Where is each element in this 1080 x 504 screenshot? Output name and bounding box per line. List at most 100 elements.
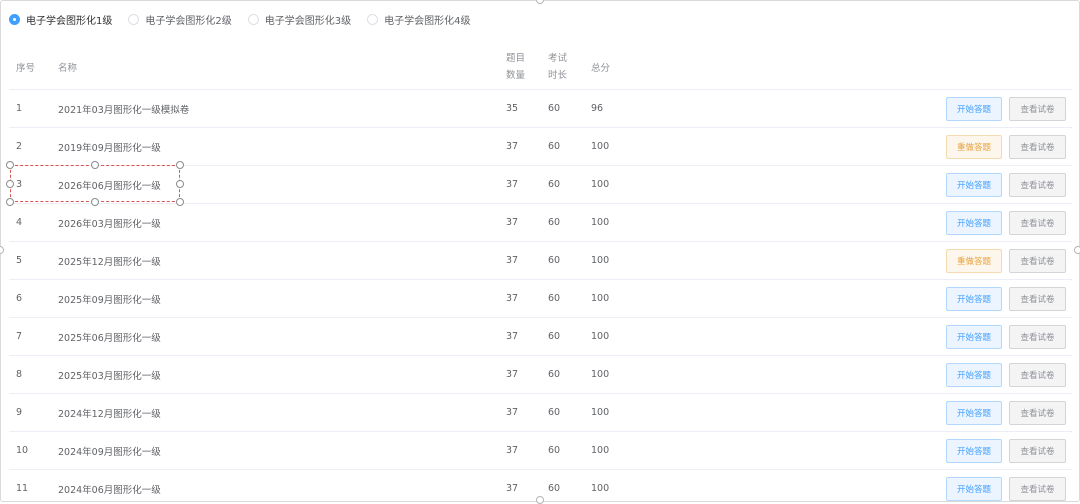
header-duration-line1: 考试 [548, 53, 568, 64]
table-body: 1 2021年03月图形化一级模拟卷 35 60 96 开始答题 查看试卷 2 2019年09月… [9, 90, 1072, 501]
radio-level-3[interactable]: 电子学会图形化3级 [247, 12, 352, 27]
start-exam-button[interactable]: 开始答题 [946, 324, 1002, 349]
row-index: 11 [16, 483, 29, 494]
exam-name: 2024年12月图形化一级 [58, 408, 161, 420]
row-actions: 开始答题 查看试卷 [939, 470, 1066, 501]
exam-name: 2026年03月图形化一级 [58, 218, 161, 230]
resize-handle[interactable] [6, 180, 14, 188]
row-index: 1 [16, 103, 23, 114]
radio-level-1[interactable]: 电子学会图形化1级 [9, 12, 112, 27]
view-paper-button[interactable]: 查看试卷 [1009, 400, 1066, 425]
header-question-count: 题目 数量 [506, 45, 525, 89]
question-count: 37 [506, 217, 519, 228]
total-score: 100 [591, 369, 610, 380]
resize-handle[interactable] [176, 161, 184, 169]
exam-duration: 60 [548, 445, 561, 456]
resize-handle[interactable] [6, 198, 14, 206]
row-actions: 重做答题 查看试卷 [939, 242, 1066, 279]
table-row: 9 2024年12月图形化一级 37 60 100 开始答题 查看试卷 [9, 394, 1072, 432]
header-index: 序号 [16, 63, 36, 74]
exam-name: 2024年09月图形化一级 [58, 446, 161, 458]
radio-label: 电子学会图形化3级 [264, 15, 352, 27]
row-actions: 开始答题 查看试卷 [939, 166, 1066, 203]
view-paper-button[interactable]: 查看试卷 [1009, 134, 1066, 159]
resize-handle[interactable] [91, 198, 99, 206]
resize-handle[interactable] [176, 180, 184, 188]
radio-label: 电子学会图形化2级 [145, 15, 232, 27]
question-count: 37 [506, 407, 519, 418]
row-actions: 开始答题 查看试卷 [939, 318, 1066, 355]
level-radio-group: 电子学会图形化1级 电子学会图形化2级 电子学会图形化3级 电子学会图形化4级 [9, 11, 487, 27]
header-name: 名称 [58, 63, 78, 74]
exam-duration: 60 [548, 179, 561, 190]
exam-name: 2021年03月图形化一级模拟卷 [58, 104, 190, 116]
view-paper-button[interactable]: 查看试卷 [1009, 438, 1066, 463]
table-row: 10 2024年09月图形化一级 37 60 100 开始答题 查看试卷 [9, 432, 1072, 470]
exam-duration: 60 [548, 103, 561, 114]
view-paper-button[interactable]: 查看试卷 [1009, 172, 1066, 197]
frame-handle[interactable] [1074, 246, 1080, 254]
view-paper-button[interactable]: 查看试卷 [1009, 476, 1066, 501]
table-row: 4 2026年03月图形化一级 37 60 100 开始答题 查看试卷 [9, 204, 1072, 242]
total-score: 100 [591, 293, 610, 304]
redo-exam-button[interactable]: 重做答题 [946, 248, 1002, 273]
exam-panel: 电子学会图形化1级 电子学会图形化2级 电子学会图形化3级 电子学会图形化4级 … [0, 0, 1080, 502]
start-exam-button[interactable]: 开始答题 [946, 362, 1002, 387]
exam-duration: 60 [548, 217, 561, 228]
exam-duration: 60 [548, 483, 561, 494]
frame-handle[interactable] [536, 496, 544, 504]
view-paper-button[interactable]: 查看试卷 [1009, 210, 1066, 235]
exam-name: 2025年09月图形化一级 [58, 294, 161, 306]
resize-handle[interactable] [91, 161, 99, 169]
question-count: 37 [506, 445, 519, 456]
total-score: 100 [591, 141, 610, 152]
start-exam-button[interactable]: 开始答题 [946, 96, 1002, 121]
row-actions: 开始答题 查看试卷 [939, 432, 1066, 469]
table-row: 3 2026年06月图形化一级 37 60 100 开始答题 查看试卷 [9, 166, 1072, 204]
exam-duration: 60 [548, 407, 561, 418]
row-actions: 开始答题 查看试卷 [939, 356, 1066, 393]
row-actions: 开始答题 查看试卷 [939, 90, 1066, 127]
total-score: 100 [591, 407, 610, 418]
row-index: 5 [16, 255, 23, 266]
header-question-count-line1: 题目 [506, 53, 526, 64]
row-index: 3 [16, 179, 23, 190]
exam-name: 2019年09月图形化一级 [58, 142, 161, 154]
resize-handle[interactable] [6, 161, 14, 169]
radio-label: 电子学会图形化1级 [26, 15, 113, 27]
view-paper-button[interactable]: 查看试卷 [1009, 286, 1066, 311]
question-count: 37 [506, 293, 519, 304]
start-exam-button[interactable]: 开始答题 [946, 172, 1002, 197]
question-count: 37 [506, 255, 519, 266]
view-paper-button[interactable]: 查看试卷 [1009, 324, 1066, 349]
total-score: 100 [591, 179, 610, 190]
header-score: 总分 [591, 63, 611, 74]
question-count: 37 [506, 141, 519, 152]
start-exam-button[interactable]: 开始答题 [946, 210, 1002, 235]
total-score: 100 [591, 331, 610, 342]
view-paper-button[interactable]: 查看试卷 [1009, 96, 1066, 121]
question-count: 37 [506, 369, 519, 380]
row-index: 10 [16, 445, 29, 456]
row-index: 2 [16, 141, 23, 152]
resize-handle[interactable] [176, 198, 184, 206]
header-duration-line2: 时长 [548, 70, 568, 81]
start-exam-button[interactable]: 开始答题 [946, 400, 1002, 425]
total-score: 100 [591, 255, 610, 266]
radio-level-4[interactable]: 电子学会图形化4级 [367, 12, 471, 27]
exam-name: 2025年03月图形化一级 [58, 370, 161, 382]
table-row: 7 2025年06月图形化一级 37 60 100 开始答题 查看试卷 [9, 318, 1072, 356]
view-paper-button[interactable]: 查看试卷 [1009, 362, 1066, 387]
header-duration: 考试 时长 [548, 45, 567, 89]
radio-level-2[interactable]: 电子学会图形化2级 [128, 12, 232, 27]
table-row: 1 2021年03月图形化一级模拟卷 35 60 96 开始答题 查看试卷 [9, 90, 1072, 128]
row-actions: 重做答题 查看试卷 [939, 128, 1066, 165]
exam-duration: 60 [548, 331, 561, 342]
start-exam-button[interactable]: 开始答题 [946, 286, 1002, 311]
row-index: 9 [16, 407, 23, 418]
view-paper-button[interactable]: 查看试卷 [1009, 248, 1066, 273]
redo-exam-button[interactable]: 重做答题 [946, 134, 1002, 159]
start-exam-button[interactable]: 开始答题 [946, 438, 1002, 463]
start-exam-button[interactable]: 开始答题 [946, 476, 1002, 501]
table-row: 5 2025年12月图形化一级 37 60 100 重做答题 查看试卷 [9, 242, 1072, 280]
